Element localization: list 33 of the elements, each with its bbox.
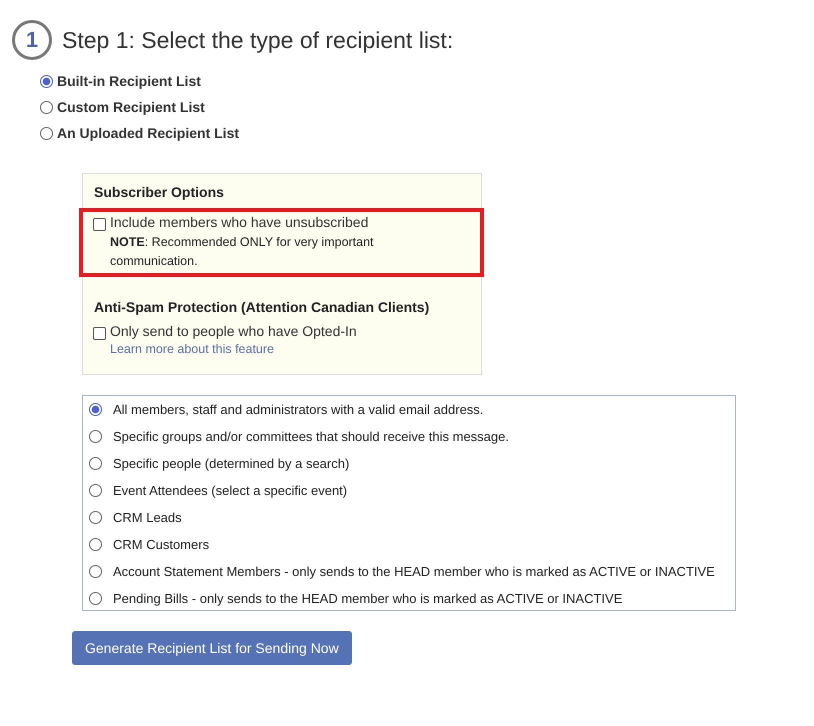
radio-label: Built-in Recipient List <box>57 73 201 89</box>
step-number: 1 <box>12 20 52 60</box>
radio-button[interactable] <box>89 538 102 551</box>
radio-button[interactable] <box>89 565 102 578</box>
radio-button[interactable] <box>40 74 53 88</box>
generate-button[interactable]: Generate Recipient List for Sending Now <box>72 631 352 665</box>
radio-label: Account Statement Members - only sends to the HEAD member who is marked as ACTIVE or INACTIVE <box>113 564 715 579</box>
radio-label: An Uploaded Recipient List <box>57 125 240 141</box>
radio-button[interactable] <box>40 100 53 114</box>
radio-label: Pending Bills - only sends to the HEAD member who is marked as ACTIVE or INACTIVE <box>113 591 622 606</box>
radio-label: CRM Leads <box>113 510 182 525</box>
checkbox-label: Include members who have unsubscribed <box>110 214 370 230</box>
radio-button[interactable] <box>89 403 102 416</box>
section-heading: Subscriber Options <box>94 184 225 200</box>
radio-button[interactable] <box>89 592 102 605</box>
radio-button[interactable] <box>89 430 102 443</box>
checkbox-label: Only send to people who have Opted-In <box>110 323 357 339</box>
radio-label: All members, staff and administrators with a valid email address. <box>113 402 484 417</box>
radio-label: Custom Recipient List <box>57 99 205 115</box>
step-title: Step 1: Select the type of recipient list: <box>62 26 454 54</box>
radio-label: Event Attendees (select a specific event) <box>113 483 348 498</box>
feature-link[interactable]: Learn more about this feature <box>110 342 357 356</box>
checkbox[interactable] <box>93 327 106 340</box>
radio-label: CRM Customers <box>113 537 210 552</box>
radio-button[interactable] <box>40 126 53 140</box>
radio-label: Specific people (determined by a search) <box>113 456 350 471</box>
radio-button[interactable] <box>89 457 102 470</box>
radio-button[interactable] <box>89 484 102 497</box>
note-text: NOTE: Recommended ONLY for very important communication. <box>110 234 375 270</box>
section-heading: Anti-Spam Protection (Attention Canadian Clients) <box>94 299 430 315</box>
radio-button[interactable] <box>89 511 102 524</box>
radio-label: Specific groups and/or committees that should receive this message. <box>113 429 509 444</box>
checkbox[interactable] <box>93 218 106 231</box>
